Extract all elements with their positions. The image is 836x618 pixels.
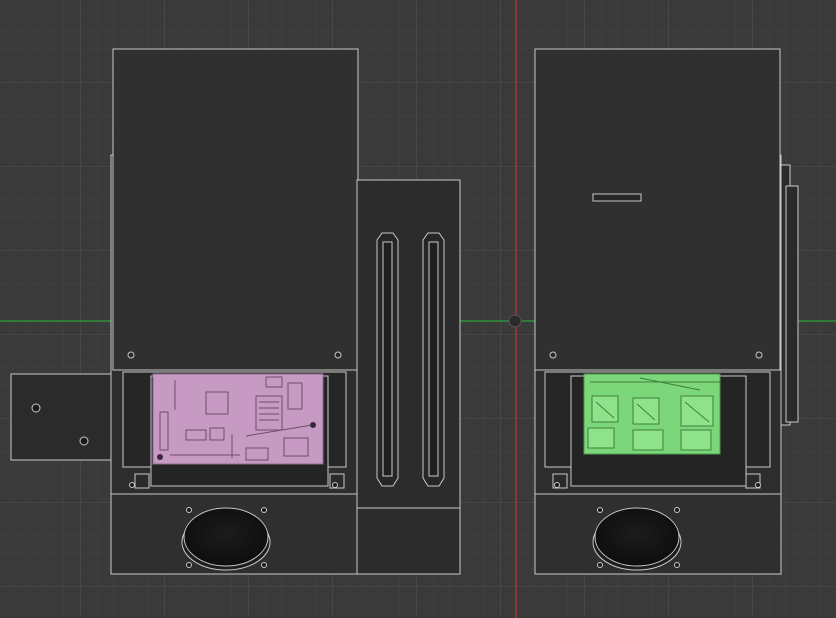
- rail-slot-left[interactable]: [376, 232, 399, 487]
- fan-housing[interactable]: [534, 482, 782, 575]
- enclosure-lid[interactable]: [112, 48, 359, 371]
- enclosure-lid[interactable]: [534, 48, 781, 371]
- origin-marker: [508, 314, 522, 328]
- cad-viewport[interactable]: [0, 0, 836, 618]
- fan-housing[interactable]: [110, 482, 358, 575]
- side-bracket[interactable]: [10, 373, 112, 461]
- rail-slot-right[interactable]: [422, 232, 445, 487]
- rail-block[interactable]: [356, 179, 461, 575]
- control-board-pink[interactable]: [152, 373, 324, 465]
- lid-slot: [592, 193, 642, 202]
- model-right-enclosure[interactable]: [534, 48, 799, 575]
- relay-board-green[interactable]: [583, 373, 721, 455]
- side-rail[interactable]: [779, 164, 799, 426]
